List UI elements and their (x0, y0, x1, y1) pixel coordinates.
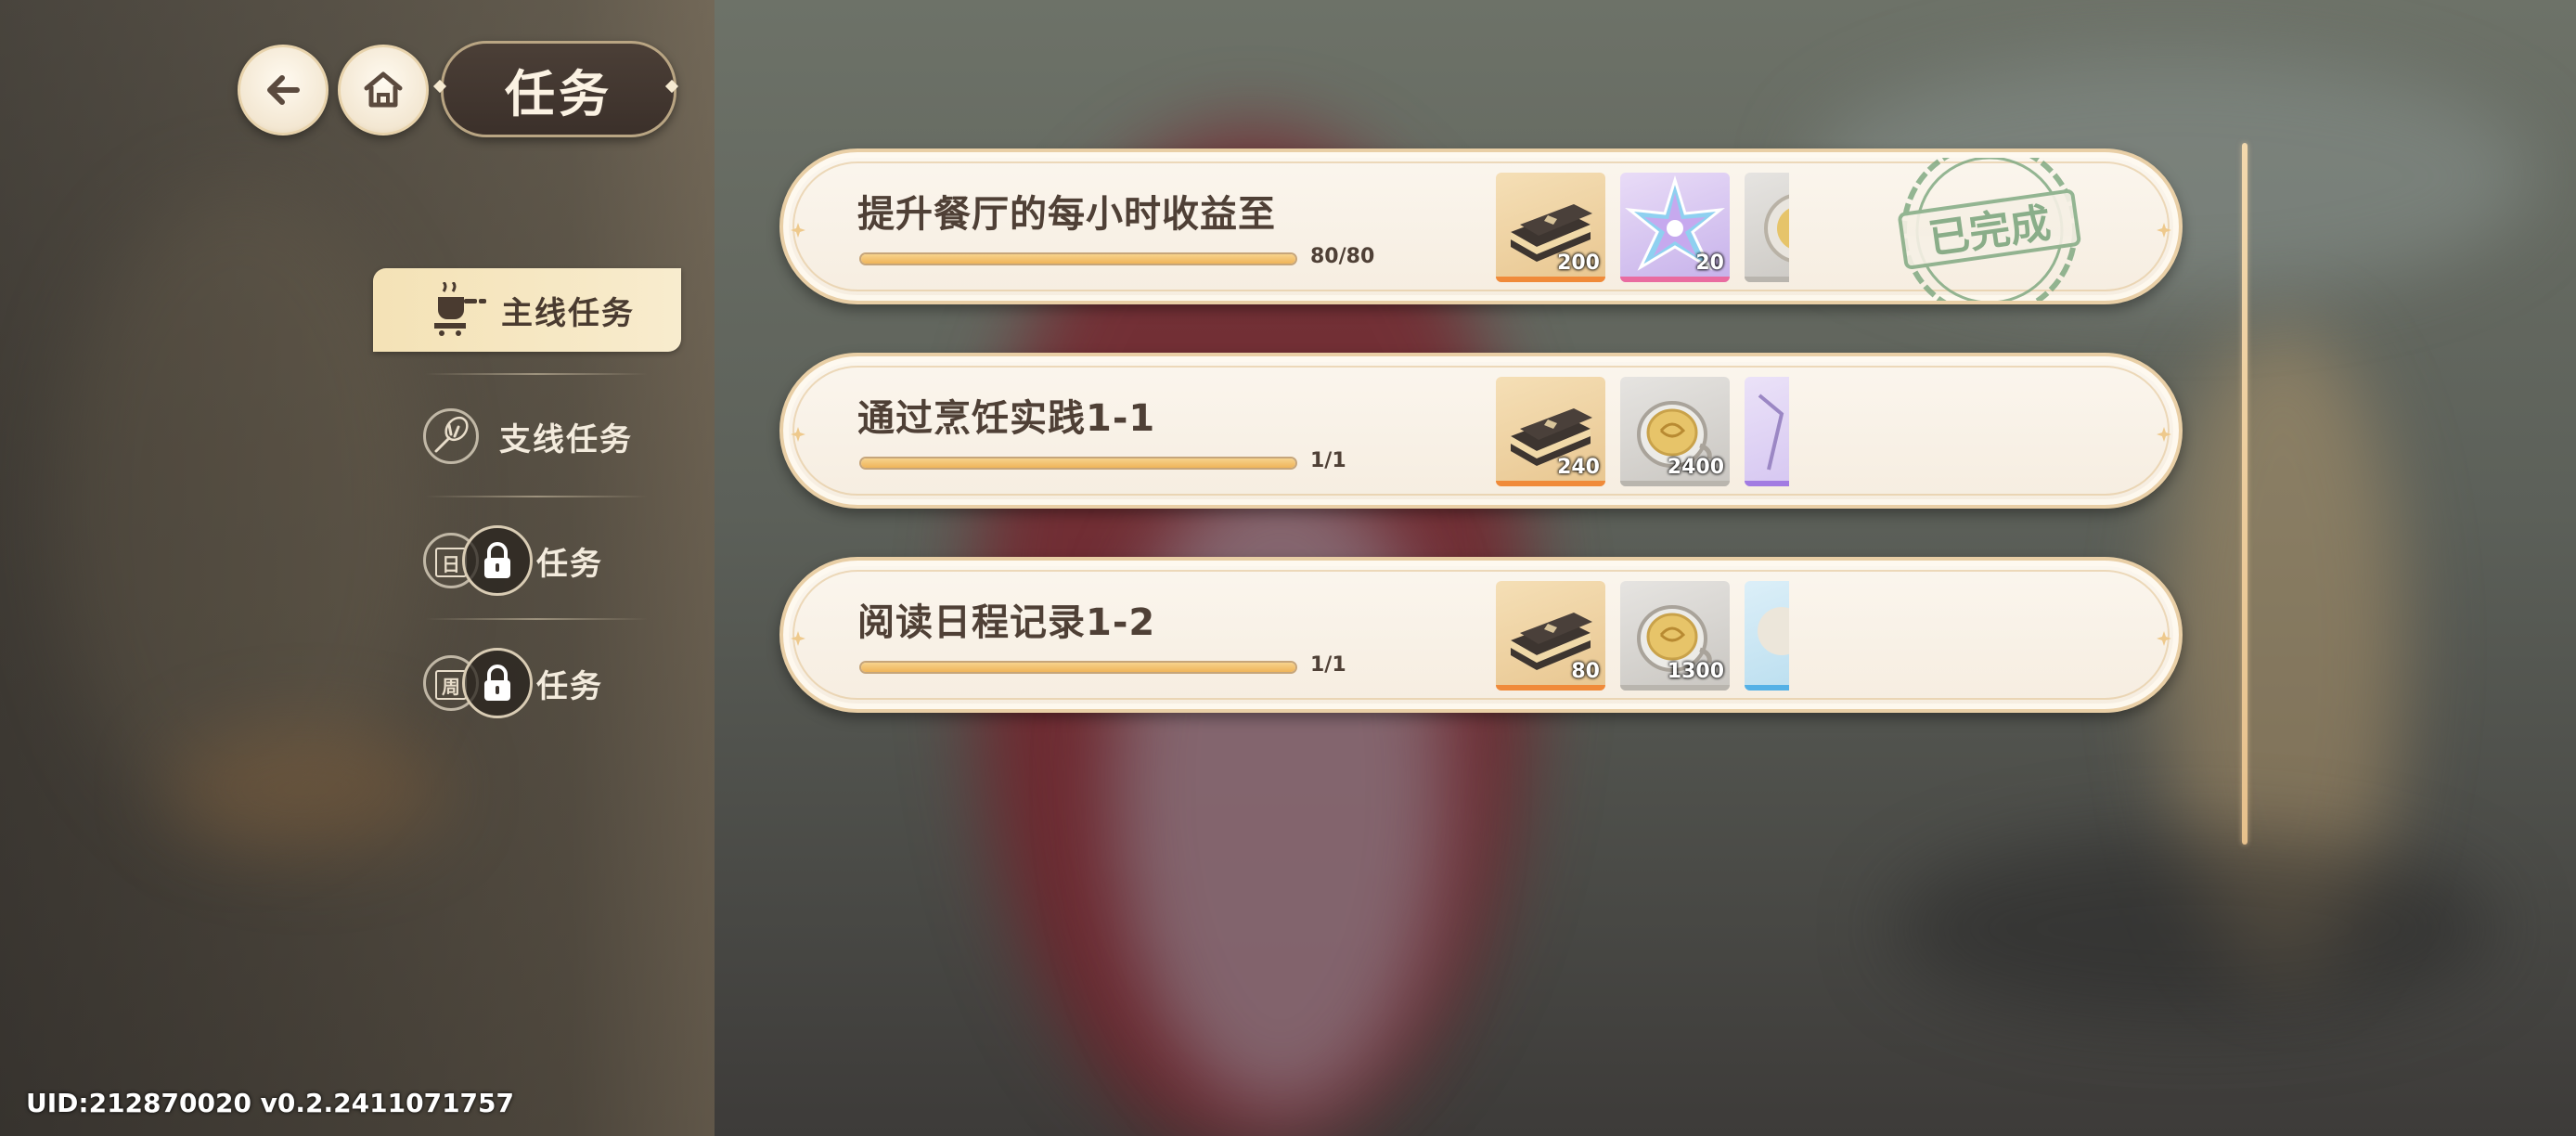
sparkle-icon (2157, 631, 2171, 646)
quest-rewards: 240 2400 (1496, 377, 1789, 492)
left-panel-overlay (0, 0, 715, 1136)
lock-icon (462, 525, 533, 596)
tab-weekly-quests[interactable]: 周 任务 (423, 646, 603, 720)
page-title-pill: 任务 (441, 41, 676, 137)
home-button[interactable] (338, 45, 429, 136)
reward-quantity: 240 (1557, 456, 1600, 479)
rarity-bar (1745, 481, 1789, 486)
rarity-bar (1745, 685, 1789, 691)
scroll-icon (1758, 394, 1784, 471)
tab-main-quests-label: 主线任务 (501, 294, 635, 332)
quest-progress-text: 80/80 (1310, 245, 1375, 268)
sparkle-icon (791, 223, 805, 238)
pot-icon (434, 282, 486, 336)
background-counter (1893, 835, 2496, 1021)
tab-divider (425, 496, 648, 497)
tab-side-quests-label: 支线任务 (499, 420, 633, 458)
lock-icon (462, 648, 533, 718)
reward-quantity: 2400 (1667, 456, 1724, 479)
completed-stamp: 已完成 (1898, 158, 2081, 301)
quest-rewards: 80 1300 (1496, 581, 1789, 696)
calendar-day-char: 日 (442, 552, 460, 575)
sparkle-icon (2157, 223, 2171, 238)
quest-progress-bar (859, 661, 1297, 674)
quest-progress-bar (859, 457, 1297, 470)
quest-card[interactable]: 提升餐厅的每小时收益至 80/80 200 20 已完成 (779, 148, 2183, 304)
quest-title: 通过烹饪实践1-1 (857, 397, 1156, 440)
back-button[interactable] (238, 45, 328, 136)
tab-divider (425, 373, 648, 375)
reward-item[interactable] (1745, 581, 1789, 691)
reward-item[interactable]: 20 (1620, 173, 1730, 282)
back-arrow-icon (267, 75, 300, 105)
reward-quantity: 1300 (1667, 660, 1724, 683)
quest-progress-fill (861, 663, 1295, 672)
rarity-bar (1496, 481, 1605, 486)
rarity-bar (1620, 685, 1730, 691)
quest-card[interactable]: 通过烹饪实践1-1 1/1 240 2400 (779, 353, 2183, 509)
tab-daily-quests-label: 任务 (536, 545, 603, 583)
rarity-bar (1496, 685, 1605, 691)
tab-weekly-quests-label: 任务 (536, 667, 603, 705)
sparkle-icon (791, 631, 805, 646)
reward-item[interactable]: 200 (1496, 173, 1605, 282)
quest-progress-fill (861, 254, 1295, 264)
rarity-bar (1620, 277, 1730, 282)
whisk-icon (423, 408, 479, 464)
reward-quantity: 200 (1557, 252, 1600, 275)
quest-card[interactable]: 阅读日程记录1-2 1/1 80 1300 (779, 557, 2183, 713)
calendar-week-char: 周 (442, 675, 460, 698)
quest-progress-fill (861, 458, 1295, 468)
reward-quantity: 80 (1571, 660, 1600, 683)
tab-divider (425, 618, 648, 620)
quest-title: 阅读日程记录1-2 (857, 601, 1156, 644)
sparkle-icon (2157, 427, 2171, 442)
rarity-bar (1745, 277, 1789, 282)
rarity-bar (1620, 481, 1730, 486)
coin-icon (1764, 194, 1789, 263)
quest-progress-text: 1/1 (1310, 449, 1346, 472)
reward-item[interactable]: 80 (1496, 581, 1605, 691)
page-title: 任务 (505, 63, 612, 123)
tab-main-quests[interactable]: 主线任务 (373, 268, 681, 352)
reward-item[interactable]: 1300 (1620, 581, 1730, 691)
quest-progress-text: 1/1 (1310, 653, 1346, 677)
home-icon (364, 71, 403, 108)
plate-icon (1758, 607, 1789, 655)
tab-side-quests[interactable]: 支线任务 (423, 404, 633, 469)
uid-version-label: UID:212870020 v0.2.2411071757 (26, 1088, 514, 1118)
quest-title: 提升餐厅的每小时收益至 (857, 193, 1276, 236)
reward-quantity: 20 (1695, 252, 1724, 275)
reward-item[interactable]: 240 (1496, 377, 1605, 486)
rarity-bar (1496, 277, 1605, 282)
reward-item[interactable] (1745, 377, 1789, 486)
quest-list-scrollbar[interactable] (2242, 143, 2248, 845)
reward-item[interactable]: 2400 (1620, 377, 1730, 486)
sparkle-icon (791, 427, 805, 442)
reward-item[interactable] (1745, 173, 1789, 282)
quest-rewards: 200 20 (1496, 173, 1789, 288)
quest-progress-bar (859, 252, 1297, 265)
tab-daily-quests[interactable]: 日 任务 (423, 523, 603, 598)
